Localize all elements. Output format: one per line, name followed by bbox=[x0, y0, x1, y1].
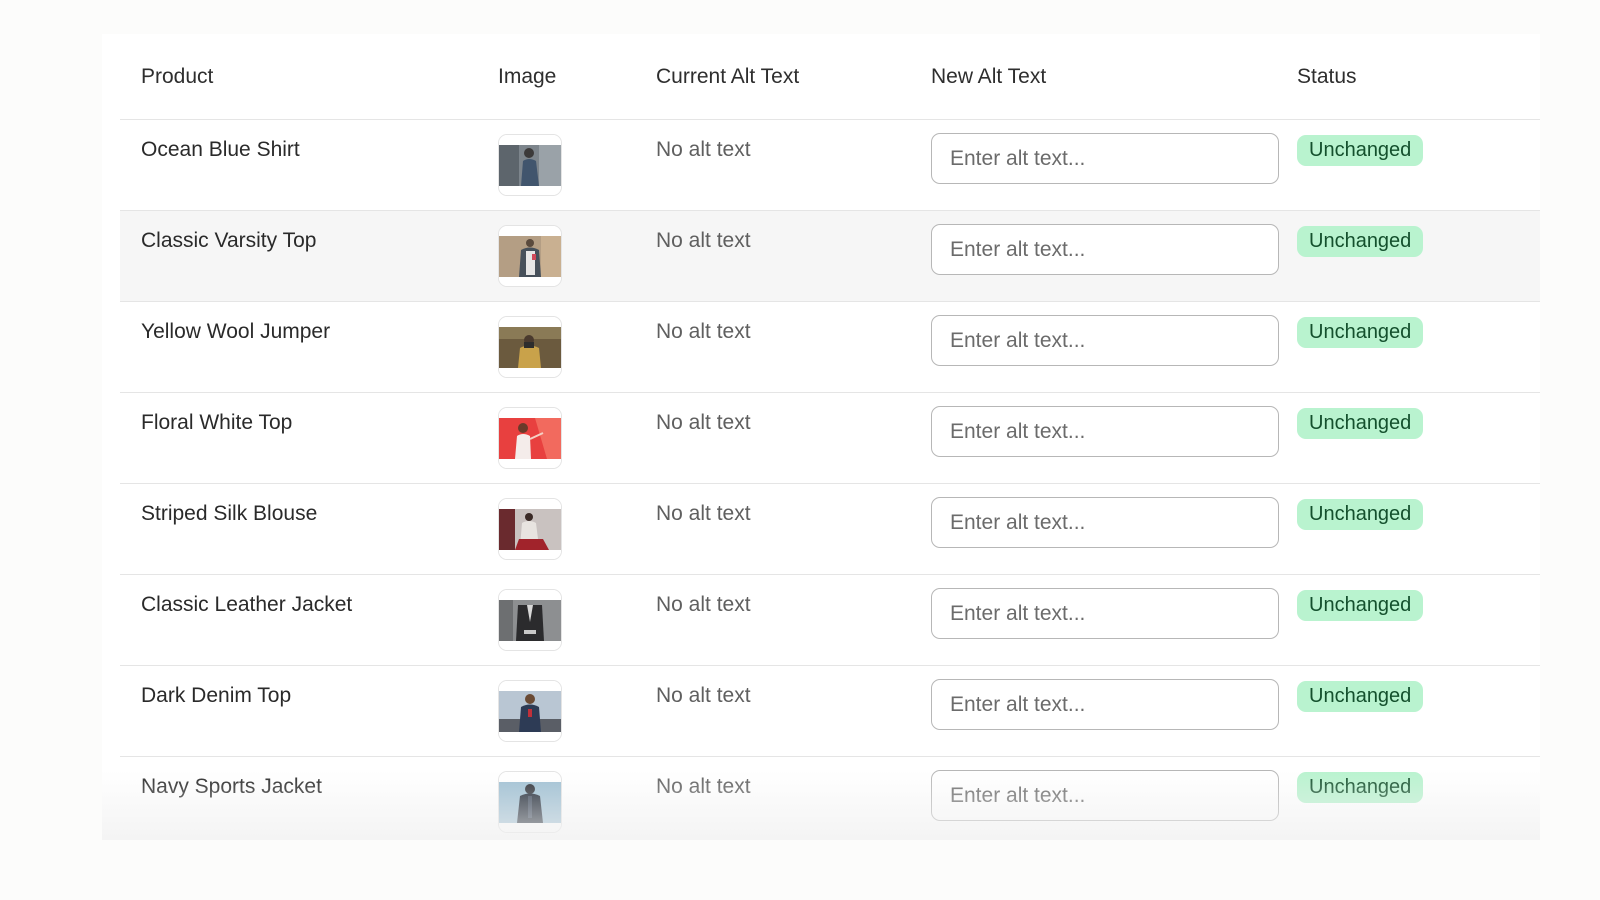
product-photo-icon bbox=[499, 499, 561, 559]
product-name: Navy Sports Jacket bbox=[141, 775, 322, 798]
new-alt-text-input[interactable] bbox=[931, 497, 1279, 548]
table-row: Striped Silk Blouse No alt text U bbox=[120, 484, 1540, 575]
product-name: Yellow Wool Jumper bbox=[141, 320, 331, 343]
status-badge: Unchanged bbox=[1297, 226, 1424, 257]
header-image: Image bbox=[498, 65, 557, 88]
product-name: Dark Denim Top bbox=[141, 684, 292, 707]
header-status: Status bbox=[1297, 65, 1357, 88]
product-image-thumbnail[interactable] bbox=[498, 498, 562, 560]
header-current-alt-text: Current Alt Text bbox=[656, 65, 800, 88]
product-name: Floral White Top bbox=[141, 411, 293, 434]
alt-text-table-card: Product Image Current Alt Text New Alt T… bbox=[102, 34, 1540, 840]
table-row: Yellow Wool Jumper No alt text Un bbox=[120, 302, 1540, 393]
new-alt-text-input[interactable] bbox=[931, 224, 1279, 275]
new-alt-text-input[interactable] bbox=[931, 133, 1279, 184]
product-image-thumbnail[interactable] bbox=[498, 225, 562, 287]
product-image-thumbnail[interactable] bbox=[498, 680, 562, 742]
table-row: Floral White Top No alt text Unch bbox=[120, 393, 1540, 484]
product-photo-icon bbox=[499, 317, 561, 377]
product-photo-icon bbox=[499, 135, 561, 195]
current-alt-text: No alt text bbox=[656, 775, 751, 798]
status-badge: Unchanged bbox=[1297, 681, 1424, 712]
product-image-thumbnail[interactable] bbox=[498, 134, 562, 196]
product-photo-icon bbox=[499, 590, 561, 650]
table-row: Classic Leather Jacket No alt text Enter… bbox=[120, 575, 1540, 666]
new-alt-text-input[interactable] bbox=[931, 315, 1279, 366]
product-photo-icon bbox=[499, 408, 561, 468]
product-photo-icon bbox=[499, 226, 561, 286]
new-alt-text-input[interactable] bbox=[931, 770, 1279, 821]
product-image-thumbnail[interactable] bbox=[498, 589, 562, 651]
product-photo-icon bbox=[499, 681, 561, 741]
status-badge: Unchanged bbox=[1297, 590, 1424, 621]
current-alt-text: No alt text bbox=[656, 229, 751, 252]
new-alt-text-input[interactable] bbox=[931, 406, 1279, 457]
status-badge: Unchanged bbox=[1297, 772, 1424, 803]
status-badge: Unchanged bbox=[1297, 135, 1424, 166]
current-alt-text: No alt text bbox=[656, 411, 751, 434]
current-alt-text: No alt text bbox=[656, 684, 751, 707]
table-row: Ocean Blue Shirt No alt text Unch bbox=[120, 120, 1540, 211]
status-badge: Unchanged bbox=[1297, 499, 1424, 530]
product-image-thumbnail[interactable] bbox=[498, 316, 562, 378]
current-alt-text: No alt text bbox=[656, 320, 751, 343]
table-row: Classic Varsity Top No alt text Enter al… bbox=[120, 211, 1540, 302]
new-alt-text-input[interactable] bbox=[931, 679, 1279, 730]
current-alt-text: No alt text bbox=[656, 502, 751, 525]
header-new-alt-text: New Alt Text bbox=[931, 65, 1047, 88]
table-row: Navy Sports Jacket No alt text Unchanged bbox=[120, 757, 1540, 840]
status-badge: Unchanged bbox=[1297, 317, 1424, 348]
table-header-row: Product Image Current Alt Text New Alt T… bbox=[120, 34, 1540, 120]
header-product: Product bbox=[141, 65, 214, 88]
product-name: Ocean Blue Shirt bbox=[141, 138, 300, 161]
products-table: Product Image Current Alt Text New Alt T… bbox=[120, 34, 1540, 840]
product-image-thumbnail[interactable] bbox=[498, 407, 562, 469]
current-alt-text: No alt text bbox=[656, 593, 751, 616]
product-photo-icon bbox=[499, 772, 561, 832]
product-image-thumbnail[interactable] bbox=[498, 771, 562, 833]
table-row: Dark Denim Top No alt text Unchan bbox=[120, 666, 1540, 757]
product-name: Striped Silk Blouse bbox=[141, 502, 318, 525]
product-name: Classic Varsity Top bbox=[141, 229, 317, 252]
product-name: Classic Leather Jacket bbox=[141, 593, 353, 616]
status-badge: Unchanged bbox=[1297, 408, 1424, 439]
new-alt-text-input[interactable] bbox=[931, 588, 1279, 639]
current-alt-text: No alt text bbox=[656, 138, 751, 161]
